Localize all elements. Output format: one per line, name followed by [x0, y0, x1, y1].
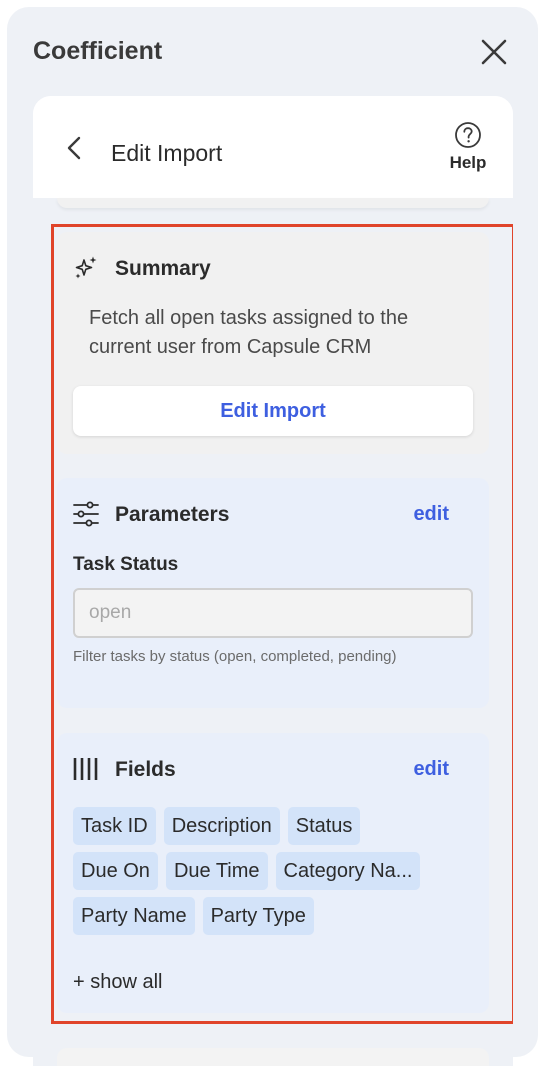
- sparkles-icon: [75, 256, 97, 279]
- panel-header: Edit Import Help: [33, 96, 513, 198]
- parameters-edit-link[interactable]: edit: [413, 503, 449, 526]
- chip-row: Party Name Party Type: [73, 897, 483, 935]
- sliders-icon: [73, 501, 99, 527]
- field-chip: Party Name: [73, 897, 195, 935]
- panel-content[interactable]: Summary Fetch all open tasks assigned to…: [33, 198, 513, 1066]
- chip-row: Due On Due Time Category Na...: [73, 852, 483, 890]
- help-label: Help: [449, 153, 487, 172]
- app-title: Coefficient: [33, 37, 163, 65]
- summary-card: Summary Fetch all open tasks assigned to…: [57, 232, 489, 454]
- field-chip: Due Time: [165, 852, 268, 890]
- chip-row: Task ID Description Status: [73, 807, 483, 845]
- field-chip: Description: [163, 807, 280, 845]
- chevron-left-icon[interactable]: [63, 134, 85, 162]
- parameters-title: Parameters: [115, 503, 230, 526]
- columns-icon: [73, 758, 98, 780]
- help-button[interactable]: Help: [443, 121, 493, 177]
- show-all-fields-link[interactable]: + show all: [73, 971, 163, 994]
- task-status-input[interactable]: [73, 588, 473, 638]
- fields-edit-link[interactable]: edit: [413, 758, 449, 781]
- coefficient-sidebar: Coefficient Edit Import Help Summary Fet…: [7, 7, 538, 1066]
- field-chip-list: Task ID Description Status Due On Due Ti…: [73, 807, 483, 942]
- parameters-card: Parameters edit Task Status Filter tasks…: [57, 478, 489, 708]
- task-status-label: Task Status: [73, 554, 179, 575]
- previous-card: [57, 198, 489, 208]
- summary-text: Fetch all open tasks assigned to the cur…: [89, 307, 409, 358]
- fields-title: Fields: [115, 758, 176, 781]
- page-title: Edit Import: [111, 140, 223, 166]
- question-circle-icon: [455, 122, 481, 148]
- fields-card: Fields edit Task ID Description Status D…: [57, 733, 489, 1013]
- next-card: [57, 1048, 489, 1066]
- summary-title: Summary: [115, 257, 211, 280]
- edit-import-panel: Edit Import Help Summary Fetch all open …: [33, 96, 513, 1066]
- edit-import-button[interactable]: Edit Import: [73, 386, 473, 436]
- field-chip: Category Na...: [275, 852, 421, 890]
- field-chip: Due On: [73, 852, 158, 890]
- field-chip: Party Type: [202, 897, 314, 935]
- field-chip: Status: [287, 807, 361, 845]
- field-chip: Task ID: [73, 807, 156, 845]
- task-status-hint: Filter tasks by status (open, completed,…: [73, 648, 397, 665]
- close-icon[interactable]: [479, 37, 509, 67]
